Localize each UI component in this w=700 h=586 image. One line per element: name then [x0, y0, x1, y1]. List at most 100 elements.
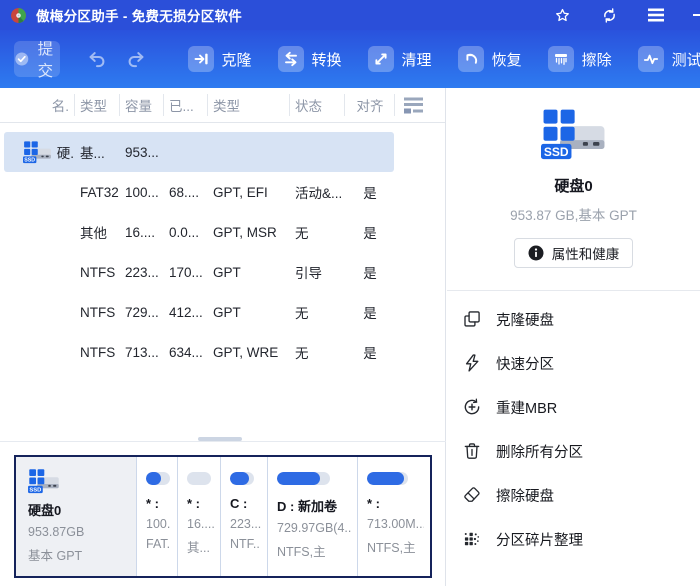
partition-block-3[interactable]: C : 223.... NTF... — [220, 457, 267, 576]
table-row-partition[interactable]: 其他 16.... 0.0... GPT, MSR 无 是 — [4, 212, 394, 252]
quick-partition-icon — [462, 353, 482, 373]
wipe-icon — [548, 46, 574, 72]
column-header-fstype[interactable]: 类型 — [75, 88, 120, 122]
minimize-icon[interactable] — [693, 5, 700, 25]
ssd-disk-icon-large: SSD — [541, 105, 607, 165]
action-test[interactable]: 测试 — [625, 46, 700, 72]
row-type: 基... — [75, 142, 120, 162]
row-used: 68.... — [164, 185, 208, 200]
row-ptype: GPT, WRE — [208, 345, 290, 360]
row-capacity: 223... — [120, 265, 164, 280]
row-ptype: GPT — [208, 265, 290, 280]
row-status: 无 — [290, 222, 345, 242]
favorite-star-icon[interactable] — [552, 5, 572, 25]
row-type: 其他 — [75, 222, 120, 242]
action-convert[interactable]: 转换 — [265, 46, 355, 72]
delete-all-partitions-icon — [462, 441, 482, 461]
titlebar: 傲梅分区助手 - 免费无损分区软件 — [0, 0, 700, 30]
window-title: 傲梅分区助手 - 免费无损分区软件 — [36, 5, 242, 25]
menu-item-rebuild-mbr[interactable]: 重建MBR — [447, 385, 700, 429]
row-aligned: 是 — [345, 182, 395, 202]
row-name: 硬. — [57, 142, 74, 162]
row-used: 634... — [164, 345, 208, 360]
partition-block-4[interactable]: D : 新加卷 729.97GB(4... NTFS,主 — [267, 457, 357, 576]
action-label: 恢复 — [492, 49, 522, 70]
defragment-icon — [462, 529, 482, 549]
usage-bar — [187, 472, 211, 485]
column-layout-icon[interactable] — [395, 88, 445, 122]
table-row-partition[interactable]: NTFS 223... 170... GPT 引导 是 — [4, 252, 394, 292]
column-header-ptype[interactable]: 类型 — [208, 88, 290, 122]
usage-bar — [146, 472, 170, 485]
table-row-disk0[interactable]: SSD 硬. 基... 953... — [4, 132, 394, 172]
column-header-aligned[interactable]: 对齐 — [345, 88, 395, 122]
menu-item-wipe-disk[interactable]: 擦除硬盘 — [447, 473, 700, 517]
row-status: 无 — [290, 342, 345, 362]
clone-disk-icon — [462, 309, 482, 329]
disk-type: 基本 GPT — [28, 545, 130, 564]
rebuild-mbr-icon — [462, 397, 482, 417]
menu-item-delete-all-partitions[interactable]: 删除所有分区 — [447, 429, 700, 473]
menu-item-clone-disk[interactable]: 克隆硬盘 — [447, 297, 700, 341]
submit-button[interactable]: 提交 — [14, 41, 60, 77]
ssd-disk-icon: SSD — [23, 140, 52, 165]
disk-subtitle: 953.87 GB,基本 GPT — [447, 204, 700, 224]
menu-item-defragment[interactable]: 分区碎片整理 — [447, 517, 700, 561]
row-capacity: 713... — [120, 345, 164, 360]
menu-item-quick-partition[interactable]: 快速分区 — [447, 341, 700, 385]
column-header-used[interactable]: 已... — [164, 88, 208, 122]
action-label: 转换 — [312, 49, 342, 70]
column-header-name[interactable]: 名. — [0, 88, 75, 122]
undo-icon[interactable] — [86, 48, 108, 70]
redo-icon[interactable] — [125, 48, 147, 70]
disk-map-panel: SSD 硬盘0 953.87GB 基本 GPT * : 100... FAT..… — [14, 455, 432, 578]
row-status: 无 — [290, 302, 345, 322]
row-ptype: GPT, EFI — [208, 185, 290, 200]
menu-icon[interactable] — [646, 5, 666, 25]
app-window: 傲梅分区助手 - 免费无损分区软件 — [0, 0, 700, 586]
table-bottom-divider — [0, 441, 446, 442]
row-aligned: 是 — [345, 262, 395, 282]
disk-title: 硬盘0 — [447, 175, 700, 196]
clone-icon — [188, 46, 214, 72]
row-used: 170... — [164, 265, 208, 280]
partition-table-pane: 名. 类型 容量 已... 类型 状态 对齐 — [0, 88, 446, 586]
ssd-disk-icon: SSD — [28, 468, 60, 495]
partition-block-1[interactable]: * : 100... FAT... — [136, 457, 177, 576]
row-type: FAT32 — [75, 185, 120, 200]
row-used: 0.0... — [164, 225, 208, 240]
column-header-status[interactable]: 状态 — [290, 88, 345, 122]
partition-block-5[interactable]: * : 713.00M... NTFS,主 — [357, 457, 430, 576]
wipe-disk-icon — [462, 485, 482, 505]
partition-block-2[interactable]: * : 16.... 其... — [177, 457, 220, 576]
disk-size: 953.87GB — [28, 525, 130, 539]
action-label: 测试 — [672, 49, 700, 70]
action-label: 克隆 — [222, 49, 252, 70]
row-status: 引导 — [290, 262, 345, 282]
usage-bar — [230, 472, 254, 485]
row-type: NTFS — [75, 305, 120, 320]
row-type: NTFS — [75, 345, 120, 360]
properties-health-button[interactable]: 属性和健康 — [514, 238, 634, 268]
row-aligned: 是 — [345, 302, 395, 322]
action-cleanup[interactable]: 清理 — [355, 46, 445, 72]
refresh-icon[interactable] — [599, 5, 619, 25]
usage-bar — [367, 472, 408, 485]
table-row-partition[interactable]: FAT32 100... 68.... GPT, EFI 活动&... 是 — [4, 172, 394, 212]
column-header-capacity[interactable]: 容量 — [120, 88, 164, 122]
table-row-partition[interactable]: NTFS 713... 634... GPT, WRE 无 是 — [4, 332, 394, 372]
disk-map-disk0[interactable]: SSD 硬盘0 953.87GB 基本 GPT — [16, 457, 136, 576]
row-capacity: 16.... — [120, 225, 164, 240]
action-clone[interactable]: 克隆 — [175, 46, 265, 72]
table-body: SSD 硬. 基... 953... FAT32 100... 68.... G… — [0, 123, 445, 372]
row-used: 412... — [164, 305, 208, 320]
row-ptype: GPT — [208, 305, 290, 320]
horizontal-scrollbar-thumb[interactable] — [198, 437, 242, 441]
action-wipe[interactable]: 擦除 — [535, 46, 625, 72]
svg-text:SSD: SSD — [29, 488, 41, 494]
action-recover[interactable]: 恢复 — [445, 46, 535, 72]
row-type: NTFS — [75, 265, 120, 280]
row-status: 活动&... — [290, 182, 345, 202]
disk-name: 硬盘0 — [28, 500, 130, 519]
table-row-partition[interactable]: NTFS 729... 412... GPT 无 是 — [4, 292, 394, 332]
